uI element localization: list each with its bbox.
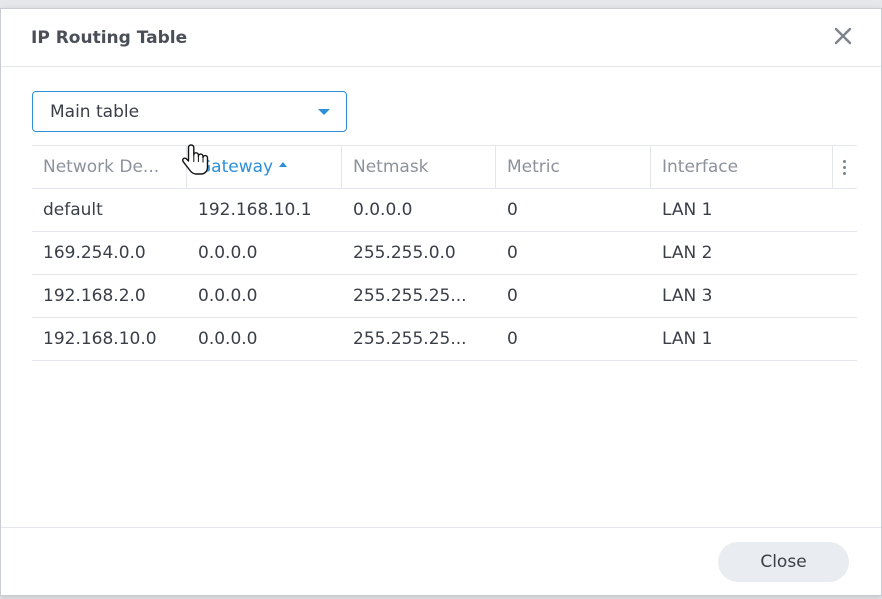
table-row[interactable]: 192.168.2.0 0.0.0.0 255.255.25... 0 LAN … — [32, 275, 857, 318]
column-header-gateway[interactable]: Gateway — [187, 146, 342, 188]
close-icon[interactable] — [833, 26, 853, 46]
cell-gateway: 0.0.0.0 — [198, 286, 258, 306]
cell-network-destination: 169.254.0.0 — [43, 243, 146, 263]
cell-metric: 0 — [507, 286, 518, 306]
cell-network-destination: 192.168.10.0 — [43, 329, 157, 349]
cell-gateway: 0.0.0.0 — [198, 329, 258, 349]
ip-routing-table-dialog: IP Routing Table Main table Network De..… — [0, 8, 882, 596]
column-header-label: Interface — [662, 157, 739, 177]
hand-pointer-cursor-icon — [182, 143, 210, 179]
cell-interface: LAN 1 — [662, 329, 713, 349]
sort-ascending-icon — [279, 161, 288, 167]
cell-netmask: 255.255.0.0 — [353, 243, 456, 263]
cell-metric: 0 — [507, 329, 518, 349]
dialog-title: IP Routing Table — [31, 28, 188, 48]
table-row[interactable]: 169.254.0.0 0.0.0.0 255.255.0.0 0 LAN 2 — [32, 232, 857, 275]
caret-down-icon — [318, 109, 330, 115]
column-header-interface[interactable]: Interface — [651, 146, 833, 188]
routing-table-grid: Network De... Gateway Netmask Metric Int… — [32, 145, 857, 361]
cell-metric: 0 — [507, 243, 518, 263]
cell-netmask: 255.255.25... — [353, 286, 467, 306]
column-header-label: Netmask — [353, 157, 429, 177]
column-header-metric[interactable]: Metric — [496, 146, 651, 188]
cell-netmask: 0.0.0.0 — [353, 200, 413, 220]
cell-network-destination: default — [43, 200, 103, 220]
more-vertical-icon[interactable] — [832, 146, 857, 188]
column-header-netmask[interactable]: Netmask — [342, 146, 496, 188]
cell-interface: LAN 3 — [662, 286, 713, 306]
cell-netmask: 255.255.25... — [353, 329, 467, 349]
cell-metric: 0 — [507, 200, 518, 220]
cell-interface: LAN 2 — [662, 243, 713, 263]
close-button[interactable]: Close — [718, 542, 849, 582]
cell-interface: LAN 1 — [662, 200, 713, 220]
table-row[interactable]: 192.168.10.0 0.0.0.0 255.255.25... 0 LAN… — [32, 318, 857, 361]
cell-network-destination: 192.168.2.0 — [43, 286, 146, 306]
column-header-label: Metric — [507, 157, 560, 177]
dialog-titlebar: IP Routing Table — [1, 9, 881, 67]
dialog-footer: Close — [1, 527, 881, 595]
column-header-label: Network De... — [43, 157, 160, 177]
cell-gateway: 192.168.10.1 — [198, 200, 312, 220]
column-header-network-destination[interactable]: Network De... — [32, 146, 187, 188]
table-row[interactable]: default 192.168.10.1 0.0.0.0 0 LAN 1 — [32, 189, 857, 232]
cell-gateway: 0.0.0.0 — [198, 243, 258, 263]
grid-header: Network De... Gateway Netmask Metric Int… — [32, 145, 857, 189]
routing-table-select[interactable]: Main table — [32, 91, 347, 132]
routing-table-select-value: Main table — [50, 102, 140, 122]
